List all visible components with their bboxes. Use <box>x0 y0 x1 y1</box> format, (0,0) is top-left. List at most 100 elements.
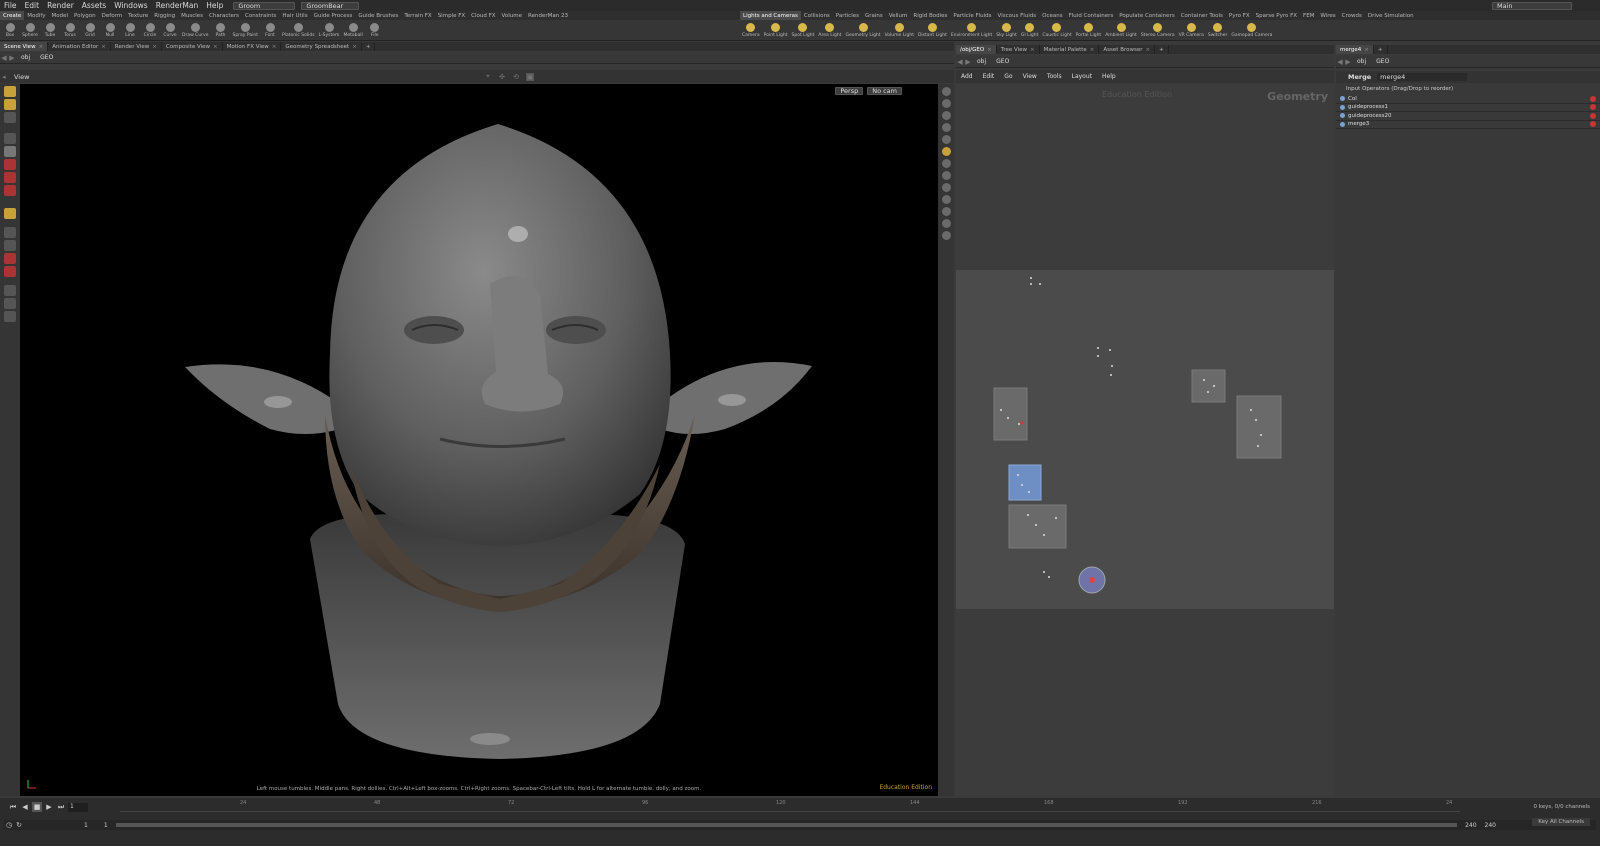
menu-edit[interactable]: Edit <box>21 1 44 10</box>
close-icon[interactable]: × <box>1364 47 1369 53</box>
tool-spot-light[interactable]: Spot Light <box>790 20 817 41</box>
tool-sphere[interactable]: Sphere <box>20 20 40 41</box>
tool-circle[interactable]: Circle <box>140 20 160 41</box>
range-slider[interactable] <box>115 823 1458 827</box>
tool-gi-light[interactable]: GI Light <box>1019 20 1040 41</box>
scene-selector[interactable]: GroomBear <box>301 1 360 10</box>
pane-tab-tree-view[interactable]: Tree View × <box>997 45 1040 54</box>
menu-render[interactable]: Render <box>43 1 78 10</box>
workspace-selector[interactable]: Main <box>1492 1 1572 10</box>
input-op-row[interactable]: guideprocess1 <box>1336 104 1600 112</box>
remove-input-icon[interactable] <box>1590 104 1596 111</box>
pane-tab-material-palette[interactable]: Material Palette × <box>1040 45 1100 54</box>
tool-path[interactable]: Path <box>210 20 230 41</box>
render-tool-icon[interactable] <box>4 298 16 309</box>
tool-box[interactable]: Box <box>0 20 20 41</box>
camera-tool-icon[interactable] <box>4 311 16 322</box>
tool-area-light[interactable]: Area Light <box>816 20 843 41</box>
shelf-tab-wires[interactable]: Wires <box>1317 11 1338 20</box>
param-path-geo[interactable]: GEO <box>1371 58 1394 65</box>
tool-sky-light[interactable]: Sky Light <box>994 20 1019 41</box>
camera-menu[interactable]: No cam <box>867 87 902 95</box>
realtime-icon[interactable]: ◷ <box>4 820 14 830</box>
close-icon[interactable]: × <box>152 44 157 50</box>
select-tool-icon[interactable] <box>4 86 16 97</box>
close-icon[interactable]: × <box>1030 47 1035 53</box>
pick-icon[interactable]: ✣ <box>498 73 506 81</box>
net-menu-tools[interactable]: Tools <box>1042 73 1067 80</box>
net-menu-layout[interactable]: Layout <box>1067 73 1097 80</box>
tool-l-system[interactable]: L-System <box>317 20 342 41</box>
groom-tool-b-icon[interactable] <box>4 240 16 251</box>
remove-input-icon[interactable] <box>1590 112 1596 119</box>
tool-gamepad-camera[interactable]: Gamepad Camera <box>1229 20 1274 41</box>
snap-icon[interactable]: ⟲ <box>512 73 520 81</box>
path-geo[interactable]: GEO <box>35 54 58 61</box>
op-name-field[interactable]: merge4 <box>1377 73 1468 81</box>
tool-ambient-light[interactable]: Ambient Light <box>1103 20 1139 41</box>
net-menu-add[interactable]: Add <box>956 73 978 80</box>
param-path-obj[interactable]: obj <box>1352 58 1371 65</box>
network-graph[interactable] <box>956 270 1334 609</box>
tool-torus[interactable]: Torus <box>60 20 80 41</box>
tool-spray-paint[interactable]: Spray Paint <box>230 20 260 41</box>
close-icon[interactable]: × <box>272 44 277 50</box>
net-menu-go[interactable]: Go <box>999 73 1017 80</box>
pane-tab-composite-view[interactable]: Composite View × <box>162 42 223 51</box>
input-op-row[interactable]: guideprocess20 <box>1336 112 1600 121</box>
close-icon[interactable]: × <box>213 44 218 50</box>
stop-icon[interactable]: ■ <box>32 802 42 812</box>
magnet-tool-icon[interactable] <box>4 266 16 277</box>
net-path-geo[interactable]: GEO <box>991 58 1014 65</box>
net-path-obj[interactable]: obj <box>972 58 991 65</box>
pane-tab-merge4[interactable]: merge4 × <box>1336 45 1374 54</box>
close-icon[interactable]: × <box>101 44 106 50</box>
scene-viewport[interactable]: Persp No cam Left mouse tumbles. Middle … <box>20 84 938 796</box>
input-op-row[interactable]: Col <box>1336 95 1600 104</box>
forward-icon[interactable]: ▶ <box>8 54 16 62</box>
range-start-2[interactable]: 1 <box>104 822 108 829</box>
menu-windows[interactable]: Windows <box>110 1 151 10</box>
pane-tab-asset-browser[interactable]: Asset Browser × <box>1099 45 1156 54</box>
display-opt-b-icon[interactable] <box>941 99 951 108</box>
pane-tab-scene-view[interactable]: Scene View × <box>0 42 49 51</box>
display-opt-d-icon[interactable] <box>941 123 951 132</box>
display-opt-e-icon[interactable] <box>941 135 951 144</box>
pane-tab-obj-geo[interactable]: /obj/GEO × <box>956 45 997 54</box>
close-icon[interactable]: × <box>1090 47 1095 53</box>
range-start[interactable]: 1 <box>84 822 88 829</box>
tool-font[interactable]: Font <box>260 20 280 41</box>
tool-null[interactable]: Null <box>100 20 120 41</box>
view-tool-icon[interactable] <box>4 285 16 296</box>
tool-grid[interactable]: Grid <box>80 20 100 41</box>
close-icon[interactable]: × <box>352 44 357 50</box>
scale-tool-icon[interactable] <box>4 185 16 196</box>
key-all-channels-button[interactable]: Key All Channels <box>1532 818 1590 826</box>
close-icon[interactable]: × <box>39 44 44 50</box>
shelf-tab-crowds[interactable]: Crowds <box>1339 11 1365 20</box>
back-icon[interactable]: ◀ <box>0 54 8 62</box>
display-opt-k-icon[interactable] <box>941 219 951 228</box>
shelf-tab-drive-simulation[interactable]: Drive Simulation <box>1365 11 1417 20</box>
tool-caustic-light[interactable]: Caustic Light <box>1040 20 1073 41</box>
range-end-2[interactable]: 240 <box>1485 822 1496 829</box>
tool-metaball[interactable]: Metaball <box>341 20 364 41</box>
tool-portal-light[interactable]: Portal Light <box>1074 20 1104 41</box>
display-opt-a-icon[interactable] <box>941 87 951 96</box>
tool-volume-light[interactable]: Volume Light <box>883 20 916 41</box>
remove-input-icon[interactable] <box>1590 95 1596 102</box>
net-menu-edit[interactable]: Edit <box>978 73 1000 80</box>
jump-start-icon[interactable]: ⏮ <box>8 802 18 812</box>
tool-distant-light[interactable]: Distant Light <box>916 20 949 41</box>
tool-environment-light[interactable]: Environment Light <box>949 20 994 41</box>
tool-draw-curve[interactable]: Draw Curve <box>180 20 210 41</box>
persp-menu[interactable]: Persp <box>835 87 864 95</box>
input-op-row[interactable]: merge3 <box>1336 121 1600 129</box>
tool-curve[interactable]: Curve <box>160 20 180 41</box>
display-opt-l-icon[interactable] <box>941 231 951 240</box>
rotate-tool-icon[interactable] <box>4 172 16 183</box>
tool-file[interactable]: File <box>365 20 385 41</box>
tool-platonic-solids[interactable]: Platonic Solids <box>280 20 317 41</box>
tool-line[interactable]: Line <box>120 20 140 41</box>
range-end[interactable]: 240 <box>1465 822 1476 829</box>
